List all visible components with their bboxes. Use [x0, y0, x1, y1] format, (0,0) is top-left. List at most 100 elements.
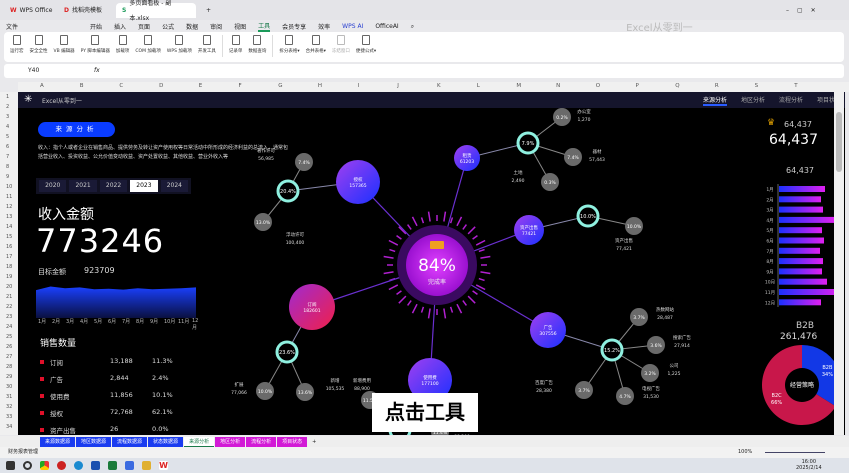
sheet-tab[interactable]: 流程数据源	[112, 436, 148, 447]
add-sheet-button[interactable]: +	[308, 439, 320, 445]
zoom-slider[interactable]	[765, 452, 825, 453]
column-header[interactable]: L	[477, 83, 480, 89]
ribbon-button[interactable]: 合并表格▾	[306, 35, 326, 54]
row-header[interactable]: 22	[6, 304, 12, 310]
ribbon-button[interactable]: 便捷公式▾	[356, 35, 376, 54]
row-header[interactable]: 25	[6, 334, 12, 340]
ribbon-button[interactable]: 记录单	[229, 35, 242, 54]
ribbon-button[interactable]: 运行宏	[10, 35, 24, 54]
ribbon-button[interactable]: 安全全性	[30, 35, 48, 54]
zoom-level[interactable]: 100%	[738, 447, 752, 458]
row-header[interactable]: 8	[6, 164, 9, 170]
row-header[interactable]: 1	[6, 94, 9, 100]
new-tab-button[interactable]: +	[200, 3, 217, 18]
edge-icon[interactable]	[74, 461, 83, 470]
fx-icon[interactable]: fx	[94, 64, 100, 78]
row-header[interactable]: 7	[6, 154, 9, 160]
wps-icon[interactable]: W	[159, 461, 168, 470]
start-icon[interactable]	[6, 461, 15, 470]
row-header[interactable]: 21	[6, 294, 12, 300]
row-header[interactable]: 18	[6, 264, 12, 270]
word-icon[interactable]	[91, 461, 100, 470]
search-icon[interactable]	[23, 461, 32, 470]
row-header[interactable]: 5	[6, 134, 9, 140]
sheet-tab[interactable]: 来源分析	[184, 436, 215, 447]
close-button[interactable]: ✕	[811, 3, 816, 18]
ribbon-button[interactable]: 数据查询	[248, 35, 266, 54]
ribbon-button[interactable]: WPS 加载项	[167, 35, 192, 54]
ribbon-button[interactable]: VB 编辑器	[54, 35, 75, 54]
column-header[interactable]: B	[80, 83, 84, 89]
menu-review[interactable]: 审阅	[210, 22, 222, 31]
restore-button[interactable]: ▢	[797, 3, 803, 18]
formula-input[interactable]	[114, 64, 814, 78]
row-header[interactable]: 16	[6, 244, 12, 250]
row-header[interactable]: 4	[6, 124, 9, 130]
column-header[interactable]: I	[358, 83, 360, 89]
ribbon-button[interactable]: COM 加载项	[135, 35, 161, 54]
row-header[interactable]: 11	[6, 194, 12, 200]
menu-data[interactable]: 数据	[186, 22, 198, 31]
row-header[interactable]: 23	[6, 314, 12, 320]
row-header[interactable]: 9	[6, 174, 9, 180]
ribbon-button[interactable]: 拆分表格▾	[279, 35, 300, 54]
menu-wps-ai[interactable]: WPS AI	[342, 23, 363, 30]
sheet-tab[interactable]: 地区分析	[215, 436, 246, 447]
column-header[interactable]: M	[516, 83, 521, 89]
search-icon[interactable]: ⌕	[411, 23, 414, 31]
row-header[interactable]: 31	[6, 394, 12, 400]
row-header[interactable]: 32	[6, 404, 12, 410]
menu-officeai[interactable]: OfficeAI	[375, 23, 398, 30]
menu-member[interactable]: 会员专享	[282, 22, 306, 31]
row-header[interactable]: 33	[6, 414, 12, 420]
row-header[interactable]: 28	[6, 364, 12, 370]
column-header[interactable]: N	[556, 83, 560, 89]
ribbon-button[interactable]: 开发工具	[198, 35, 216, 54]
menu-view[interactable]: 视图	[234, 22, 246, 31]
sheet-tab[interactable]: 来源数据源	[40, 436, 76, 447]
column-header[interactable]: P	[636, 83, 639, 89]
tab-wps-office[interactable]: W WPS Office	[4, 3, 58, 18]
menu-insert[interactable]: 插入	[114, 22, 126, 31]
column-header[interactable]: T	[794, 83, 797, 89]
menu-file[interactable]: 文件	[6, 22, 18, 31]
menu-efficiency[interactable]: 效率	[318, 22, 330, 31]
row-header[interactable]: 19	[6, 274, 12, 280]
row-header[interactable]: 10	[6, 184, 12, 190]
sheet-tab[interactable]: 流程分析	[246, 436, 277, 447]
column-header[interactable]: D	[159, 83, 163, 89]
column-header[interactable]: C	[119, 83, 123, 89]
workbook-name[interactable]: 财务报表管理	[8, 447, 38, 458]
ribbon-button[interactable]: 冻结窗口	[332, 35, 350, 54]
excel-icon[interactable]	[108, 461, 117, 470]
tab-template[interactable]: D 找稻壳模板	[58, 3, 108, 18]
menu-tools[interactable]: 工具	[258, 21, 271, 32]
row-header[interactable]: 12	[6, 204, 12, 210]
row-header[interactable]: 20	[6, 284, 12, 290]
minimize-button[interactable]: –	[786, 3, 789, 18]
row-header[interactable]: 30	[6, 384, 12, 390]
name-box[interactable]: Y40	[28, 64, 39, 78]
sheet-tab[interactable]: 状态数据源	[148, 436, 184, 447]
row-header[interactable]: 27	[6, 354, 12, 360]
row-header[interactable]: 6	[6, 144, 9, 150]
row-header[interactable]: 2	[6, 104, 9, 110]
column-header[interactable]: A	[40, 83, 44, 89]
menu-home[interactable]: 开始	[90, 22, 102, 31]
column-header[interactable]: Q	[675, 83, 679, 89]
row-header[interactable]: 34	[6, 424, 12, 430]
column-header[interactable]: O	[596, 83, 600, 89]
row-header[interactable]: 26	[6, 344, 12, 350]
tab-workbook[interactable]: S 多页面看板 - 副本.xlsx	[116, 0, 196, 22]
row-header[interactable]: 24	[6, 324, 12, 330]
chrome-icon[interactable]	[40, 461, 49, 470]
sheet-tab[interactable]: 项目状态	[277, 436, 308, 447]
column-header[interactable]: K	[437, 83, 441, 89]
ribbon-button[interactable]: 加载项	[116, 35, 129, 54]
menu-formula[interactable]: 公式	[162, 22, 174, 31]
row-header[interactable]: 29	[6, 374, 12, 380]
row-header[interactable]: 17	[6, 254, 12, 260]
column-header[interactable]: S	[755, 83, 759, 89]
ribbon-button[interactable]: PY 脚本编辑器	[81, 35, 110, 54]
row-header[interactable]: 14	[6, 224, 12, 230]
